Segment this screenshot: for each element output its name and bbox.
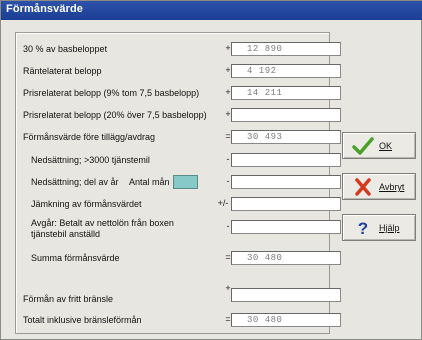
window-title: Förmånsvärde <box>6 3 84 15</box>
title-bar[interactable]: Förmånsvärde <box>1 1 422 20</box>
checkmark-icon <box>352 137 374 155</box>
help-label: Hjälp <box>379 223 400 233</box>
row-label: Förmånsvärde före tillägg/avdrag <box>23 132 156 142</box>
help-button[interactable]: ? Hjälp <box>342 214 416 241</box>
reduction-part-year-field[interactable] <box>231 175 341 189</box>
row-label: Jämkning av förmånsvärdet <box>31 199 142 209</box>
row-value-before-adjustments: Förmånsvärde före tillägg/avdrag = 30 49… <box>23 129 341 147</box>
price-amount-9-field[interactable]: 14 211 <box>231 86 341 100</box>
reduction-mileage-field[interactable] <box>231 153 341 167</box>
row-label: 30 % av basbeloppet <box>23 44 108 54</box>
row-label: Summa förmånsvärde <box>31 253 120 263</box>
row-fuel-benefit: Förmån av fritt bränsle + <box>23 283 341 307</box>
months-label: Antal mån <box>129 177 170 187</box>
row-label: Avgår: Betalt av nettolön från boxen tjä… <box>31 218 174 239</box>
ok-button[interactable]: OK <box>342 132 416 159</box>
row-total-incl-fuel: Totalt inklusive bränsleförmån = 30 480 <box>23 312 341 330</box>
price-amount-20-field[interactable] <box>231 108 341 122</box>
row-label: Nedsättning; del av år <box>31 177 119 187</box>
net-salary-deduction-field[interactable] <box>231 220 341 234</box>
base-amount-field[interactable]: 12 890 <box>231 42 341 56</box>
row-price-amount-20: Prisrelaterat belopp (20% över 7,5 basbe… <box>23 107 341 125</box>
row-total-benefit: Summa förmånsvärde = 30 480 <box>31 250 341 268</box>
row-label: Räntelaterat belopp <box>23 66 102 76</box>
row-price-amount-9: Prisrelaterat belopp (9% tom 7,5 basbelo… <box>23 85 341 103</box>
row-label: Totalt inklusive bränsleförmån <box>23 315 142 325</box>
row-reduction-mileage: Nedsättning; >3000 tjänstemil - <box>31 152 341 170</box>
row-label: Nedsättning; >3000 tjänstemil <box>31 155 150 165</box>
row-interest-amount: Räntelaterat belopp + 4 192 <box>23 63 341 81</box>
row-base-amount: 30 % av basbeloppet + 12 890 <box>23 41 341 59</box>
question-mark-icon: ? <box>358 219 368 237</box>
row-label: Prisrelaterat belopp (20% över 7,5 basbe… <box>23 110 207 120</box>
fuel-benefit-field[interactable] <box>231 288 341 302</box>
adjustment-field[interactable] <box>231 197 341 211</box>
cancel-label: Avbryt <box>379 182 405 192</box>
benefit-value-dialog: Förmånsvärde 30 % av basbeloppet + 12 89… <box>0 0 422 340</box>
operator: +/- <box>217 198 229 208</box>
row-label: Prisrelaterat belopp (9% tom 7,5 basbelo… <box>23 88 200 98</box>
ok-label: OK <box>379 141 393 151</box>
row-adjustment: Jämkning av förmånsvärdet +/- <box>31 196 341 214</box>
total-incl-fuel-field[interactable]: 30 480 <box>231 313 341 327</box>
interest-amount-field[interactable]: 4 192 <box>231 64 341 78</box>
row-label: Förmån av fritt bränsle <box>23 294 114 304</box>
cancel-button[interactable]: Avbryt <box>342 173 416 200</box>
svg-text:?: ? <box>358 219 368 237</box>
months-input[interactable] <box>173 175 198 189</box>
row-reduction-part-year: Nedsättning; del av år Antal mån - <box>31 174 341 192</box>
row-net-salary-deduction: Avgår: Betalt av nettolön från boxen tjä… <box>31 218 341 243</box>
x-icon <box>355 178 371 196</box>
total-benefit-field[interactable]: 30 480 <box>231 251 341 265</box>
value-before-adjustments-field[interactable]: 30 493 <box>231 130 341 144</box>
